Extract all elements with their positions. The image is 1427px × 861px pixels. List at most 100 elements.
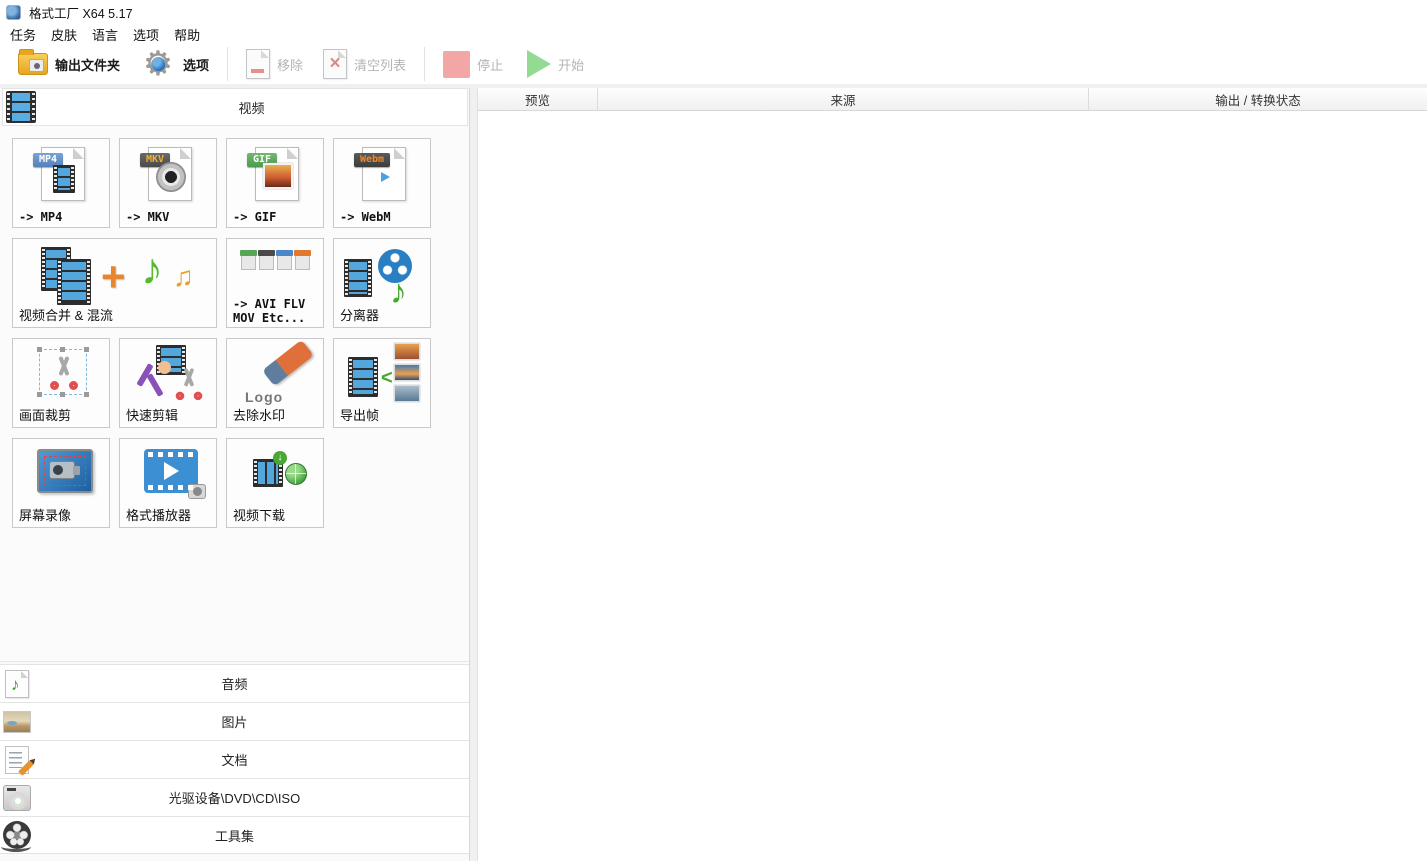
- menu-help[interactable]: 帮助: [174, 25, 200, 44]
- stop-button[interactable]: 停止: [433, 44, 513, 84]
- film-reel-icon: [2, 820, 32, 850]
- document-icon: [2, 745, 32, 775]
- stop-label: 停止: [477, 55, 503, 74]
- tile-export-frames[interactable]: < 导出帧: [333, 338, 431, 428]
- tile-to-avi-flv-mov[interactable]: -> AVI FLV MOV Etc...: [226, 238, 324, 328]
- tile-label: 去除水印: [233, 405, 285, 424]
- category-label: 文档: [0, 750, 469, 769]
- clear-list-label: 清空列表: [354, 55, 406, 74]
- tile-remove-watermark[interactable]: Logo 去除水印: [226, 338, 324, 428]
- category-label: 音频: [0, 674, 469, 693]
- gif-file-icon: GIF: [255, 147, 299, 201]
- start-icon: [527, 50, 551, 78]
- menu-bar: 任务 皮肤 语言 选项 帮助: [0, 24, 1427, 44]
- tile-label: 快速剪辑: [126, 405, 178, 424]
- panel-gutter: [470, 88, 477, 861]
- film-play-icon: [373, 164, 397, 190]
- category-label: 工具集: [0, 826, 469, 845]
- window-title: 格式工厂 X64 5.17: [29, 3, 133, 22]
- filmstrip-icon: [348, 357, 378, 397]
- category-label: 图片: [0, 712, 469, 731]
- tile-crop[interactable]: 画面裁剪: [12, 338, 110, 428]
- mp4-file-icon: MP4: [41, 147, 85, 201]
- screen-record-icon: [37, 449, 93, 493]
- category-header-video[interactable]: 视频: [2, 88, 468, 126]
- camcorder-icon: [49, 461, 75, 479]
- category-audio[interactable]: ♪ 音频: [0, 664, 469, 702]
- webm-file-icon: Webm: [362, 147, 406, 201]
- filmstrip-icon: [57, 259, 91, 305]
- player-icon: [144, 449, 198, 493]
- task-table-header: 预览 来源 输出 / 转换状态: [478, 88, 1427, 111]
- tile-label: -> MKV: [126, 210, 169, 224]
- remove-icon: [246, 49, 270, 79]
- disc-icon: [156, 162, 186, 192]
- output-folder-label: 输出文件夹: [55, 55, 120, 74]
- output-folder-button[interactable]: 输出文件夹: [8, 44, 130, 84]
- column-header-output-status[interactable]: 输出 / 转换状态: [1089, 88, 1427, 110]
- task-list-panel: 预览 来源 输出 / 转换状态: [477, 88, 1427, 861]
- gear-icon: ⚙: [140, 46, 176, 82]
- tile-format-player[interactable]: 格式播放器: [119, 438, 217, 528]
- title-bar: 格式工厂 X64 5.17: [0, 0, 1427, 24]
- category-document[interactable]: 文档: [0, 740, 469, 778]
- main-area: 视频 MP4 -> MP4 MKV: [0, 86, 1427, 861]
- music-note-icon: ♪: [390, 273, 407, 312]
- tile-splitter[interactable]: ♪ 分离器: [333, 238, 431, 328]
- tile-row: + ♪ ♫ 视频合并 & 混流 -> AVI FLV MOV Etc...: [12, 238, 469, 328]
- tile-quick-clip[interactable]: 快速剪辑: [119, 338, 217, 428]
- options-button[interactable]: ⚙ 选项: [130, 44, 219, 84]
- menu-options[interactable]: 选项: [133, 25, 159, 44]
- download-arrow-icon: ↓: [273, 451, 287, 465]
- tile-label: 视频合并 & 混流: [19, 305, 113, 324]
- options-label: 选项: [183, 55, 209, 74]
- column-header-preview[interactable]: 预览: [478, 88, 598, 110]
- mkv-file-icon: MKV: [148, 147, 192, 201]
- category-picture[interactable]: 图片: [0, 702, 469, 740]
- tile-label: -> MP4: [19, 210, 62, 224]
- clear-list-button[interactable]: × 清空列表: [313, 44, 416, 84]
- toolbar: 输出文件夹 ⚙ 选项 移除 × 清空列表 停止 开始: [0, 44, 1427, 86]
- scissors-icon: [47, 356, 81, 390]
- start-button[interactable]: 开始: [513, 44, 594, 84]
- remove-label: 移除: [277, 55, 303, 74]
- export-frames-icon: <: [344, 343, 426, 407]
- menu-skin[interactable]: 皮肤: [51, 25, 77, 44]
- music-note-icon: ♪: [141, 245, 163, 295]
- tile-label: 画面裁剪: [19, 405, 71, 424]
- task-table-body[interactable]: [478, 111, 1427, 861]
- category-toolset[interactable]: 工具集: [0, 816, 469, 854]
- start-label: 开始: [558, 55, 584, 74]
- menu-tasks[interactable]: 任务: [10, 25, 36, 44]
- tile-to-gif[interactable]: GIF -> GIF: [226, 138, 324, 228]
- column-header-source[interactable]: 来源: [598, 88, 1089, 110]
- video-tools-grid: MP4 -> MP4 MKV -> MKV GI: [0, 126, 469, 662]
- tile-label: -> AVI FLV MOV Etc...: [233, 297, 305, 325]
- tile-video-merge-mux[interactable]: + ♪ ♫ 视频合并 & 混流: [12, 238, 217, 328]
- tile-row: MP4 -> MP4 MKV -> MKV GI: [12, 138, 469, 228]
- tile-video-download[interactable]: ↓ 视频下载: [226, 438, 324, 528]
- tile-label: 分离器: [340, 305, 379, 324]
- menu-language[interactable]: 语言: [92, 25, 118, 44]
- tile-to-mkv[interactable]: MKV -> MKV: [119, 138, 217, 228]
- music-note-icon: ♫: [173, 261, 194, 293]
- eraser-icon: Logo: [241, 345, 317, 407]
- video-download-icon: ↓: [253, 455, 309, 495]
- filmstrip-icon: [344, 259, 372, 297]
- category-optical-device[interactable]: 光驱设备\DVD\CD\ISO: [0, 778, 469, 816]
- sidebar: 视频 MP4 -> MP4 MKV: [0, 88, 470, 861]
- category-label: 光驱设备\DVD\CD\ISO: [0, 788, 469, 807]
- video-filmstrip-icon: [6, 91, 36, 123]
- filmstrip-icon: [53, 165, 75, 193]
- picture-icon: [2, 707, 32, 737]
- scissors-icon: [173, 368, 205, 400]
- tile-label: -> GIF: [233, 210, 276, 224]
- tile-to-mp4[interactable]: MP4 -> MP4: [12, 138, 110, 228]
- remove-button[interactable]: 移除: [236, 44, 313, 84]
- folder-icon: [18, 53, 48, 75]
- tile-label: -> WebM: [340, 210, 391, 224]
- tile-screen-record[interactable]: 屏幕录像: [12, 438, 110, 528]
- toolbar-separator: [424, 47, 425, 81]
- audio-icon: ♪: [2, 669, 32, 699]
- tile-to-webm[interactable]: Webm -> WebM: [333, 138, 431, 228]
